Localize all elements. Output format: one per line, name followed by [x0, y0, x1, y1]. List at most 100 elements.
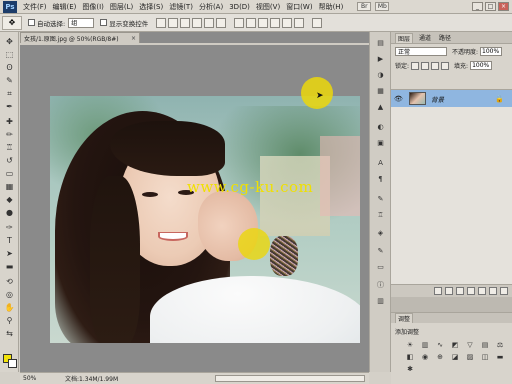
3d-camera-tool-icon[interactable]: ◎ — [3, 289, 16, 300]
horizontal-scrollbar[interactable] — [215, 375, 365, 382]
menu-file[interactable]: 文件(F) — [23, 2, 47, 12]
curves-icon[interactable]: ∿ — [435, 340, 445, 349]
document-info[interactable]: 文档:1.34M/1.99M — [65, 374, 118, 383]
layer-row-background[interactable]: 👁 背景 🔒 — [391, 90, 512, 107]
threshold-icon[interactable]: ◫ — [480, 352, 490, 361]
show-transform-option[interactable]: 显示变换控件 — [100, 18, 148, 28]
brightness-contrast-icon[interactable]: ☀ — [405, 340, 415, 349]
minibridge-button[interactable]: Mb — [375, 2, 390, 11]
bridge-button[interactable]: Br — [357, 2, 372, 11]
tab-channels[interactable]: 通道 — [417, 33, 433, 42]
hand-tool-icon[interactable]: ✋ — [3, 302, 16, 313]
tab-layers[interactable]: 图层 — [395, 32, 414, 43]
gradient-map-icon[interactable]: ▬ — [495, 352, 505, 361]
clone-stamp-tool-icon[interactable]: ♖ — [3, 142, 16, 153]
menu-window[interactable]: 窗口(W) — [286, 2, 312, 12]
exposure-icon[interactable]: ◩ — [450, 340, 460, 349]
tab-adjustments[interactable]: 调整 — [395, 313, 414, 323]
photo-filter-icon[interactable]: ◉ — [420, 352, 430, 361]
history-brush-tool-icon[interactable]: ↺ — [3, 155, 16, 166]
vibrance-icon[interactable]: ▽ — [465, 340, 475, 349]
brush-panel-icon[interactable]: ✎ — [375, 194, 386, 204]
menu-filter[interactable]: 滤镜(T) — [169, 2, 193, 12]
marquee-tool-icon[interactable]: ⬚ — [3, 49, 16, 60]
close-button[interactable]: × — [498, 2, 509, 11]
distribute-top-icon[interactable] — [234, 17, 245, 28]
distribute-right-icon[interactable] — [294, 17, 305, 28]
brush-tool-icon[interactable]: ✏ — [3, 129, 16, 140]
lock-all-icon[interactable] — [441, 61, 450, 70]
history-panel-icon[interactable]: ▤ — [375, 38, 386, 48]
navigator-panel-icon[interactable]: ▭ — [375, 262, 386, 272]
layer-style-icon[interactable] — [445, 287, 453, 295]
align-top-icon[interactable] — [156, 17, 167, 28]
zoom-tool-icon[interactable]: ⚲ — [3, 315, 16, 326]
dodge-tool-icon[interactable]: ● — [3, 207, 16, 218]
selective-color-icon[interactable]: ✱ — [405, 364, 415, 373]
levels-icon[interactable]: ▥ — [420, 340, 430, 349]
distribute-vcenter-icon[interactable] — [246, 17, 257, 28]
background-color-swatch[interactable] — [8, 359, 17, 368]
swatches-panel-icon[interactable]: ▦ — [375, 86, 386, 96]
opacity-field[interactable]: 100% — [480, 47, 503, 56]
auto-select-dropdown[interactable]: 组 — [68, 17, 95, 28]
minimize-button[interactable]: _ — [472, 2, 483, 11]
path-select-tool-icon[interactable]: ➤ — [3, 248, 16, 259]
lock-transparent-icon[interactable] — [411, 61, 420, 70]
new-layer-icon[interactable] — [489, 287, 497, 295]
quick-select-tool-icon[interactable]: ✎ — [3, 75, 16, 86]
tab-paths[interactable]: 路径 — [437, 33, 453, 42]
align-left-icon[interactable] — [192, 17, 203, 28]
delete-layer-icon[interactable] — [500, 287, 508, 295]
posterize-icon[interactable]: ▨ — [465, 352, 475, 361]
distribute-bottom-icon[interactable] — [258, 17, 269, 28]
align-right-icon[interactable] — [216, 17, 227, 28]
gradient-tool-icon[interactable]: ▦ — [3, 181, 16, 192]
blur-tool-icon[interactable]: ◆ — [3, 194, 16, 205]
canvas-image[interactable] — [50, 96, 360, 343]
layer-comps-panel-icon[interactable]: ▥ — [375, 296, 386, 306]
zoom-level[interactable]: 50% — [23, 375, 47, 382]
move-tool-preset[interactable]: ✥ — [2, 15, 22, 30]
info-panel-icon[interactable]: ⓘ — [375, 280, 386, 290]
lock-position-icon[interactable] — [431, 61, 440, 70]
menu-analysis[interactable]: 分析(A) — [199, 2, 223, 12]
distribute-left-icon[interactable] — [270, 17, 281, 28]
lasso-tool-icon[interactable]: ʘ — [3, 62, 16, 73]
add-mask-icon[interactable] — [456, 287, 464, 295]
black-white-icon[interactable]: ◧ — [405, 352, 415, 361]
adjustments-panel-icon[interactable]: ◐ — [375, 122, 386, 132]
styles-panel-icon[interactable]: ▲ — [375, 102, 386, 112]
auto-select-option[interactable]: 自动选择: 组 — [28, 17, 95, 28]
auto-select-checkbox[interactable] — [28, 19, 35, 26]
new-group-icon[interactable] — [478, 287, 486, 295]
color-panel-icon[interactable]: ◑ — [375, 70, 386, 80]
show-transform-checkbox[interactable] — [100, 19, 108, 26]
invert-icon[interactable]: ◪ — [450, 352, 460, 361]
menu-select[interactable]: 选择(S) — [139, 2, 163, 12]
actions-panel-icon[interactable]: ▶ — [375, 54, 386, 64]
3d-rotate-tool-icon[interactable]: ⟲ — [3, 276, 16, 287]
clone-source-panel-icon[interactable]: ♖ — [375, 210, 386, 220]
hue-saturation-icon[interactable]: ▤ — [480, 340, 490, 349]
new-adjustment-icon[interactable] — [467, 287, 475, 295]
tool-presets-panel-icon[interactable]: ✎ — [375, 246, 386, 256]
shape-tool-icon[interactable]: ▬ — [3, 261, 16, 272]
channel-mixer-icon[interactable]: ⊕ — [435, 352, 445, 361]
eye-icon[interactable]: 👁 — [394, 95, 404, 103]
menu-3d[interactable]: 3D(D) — [229, 3, 250, 11]
menu-layer[interactable]: 图层(L) — [110, 2, 133, 12]
color-balance-icon[interactable]: ⚖ — [495, 340, 505, 349]
align-vcenter-icon[interactable] — [168, 17, 179, 28]
character-panel-icon[interactable]: A — [375, 158, 386, 168]
distribute-hcenter-icon[interactable] — [282, 17, 293, 28]
menu-edit[interactable]: 编辑(E) — [53, 2, 77, 12]
document-tab-close-icon[interactable]: × — [131, 35, 136, 42]
fill-field[interactable]: 100% — [470, 61, 493, 70]
menu-image[interactable]: 图像(I) — [82, 2, 104, 12]
masks-panel-icon[interactable]: ▣ — [375, 138, 386, 148]
pen-tool-icon[interactable]: ✑ — [3, 222, 16, 233]
swap-colors-icon[interactable]: ⇆ — [3, 328, 16, 339]
blend-mode-dropdown[interactable]: 正常 — [395, 47, 447, 56]
link-layers-icon[interactable] — [434, 287, 442, 295]
